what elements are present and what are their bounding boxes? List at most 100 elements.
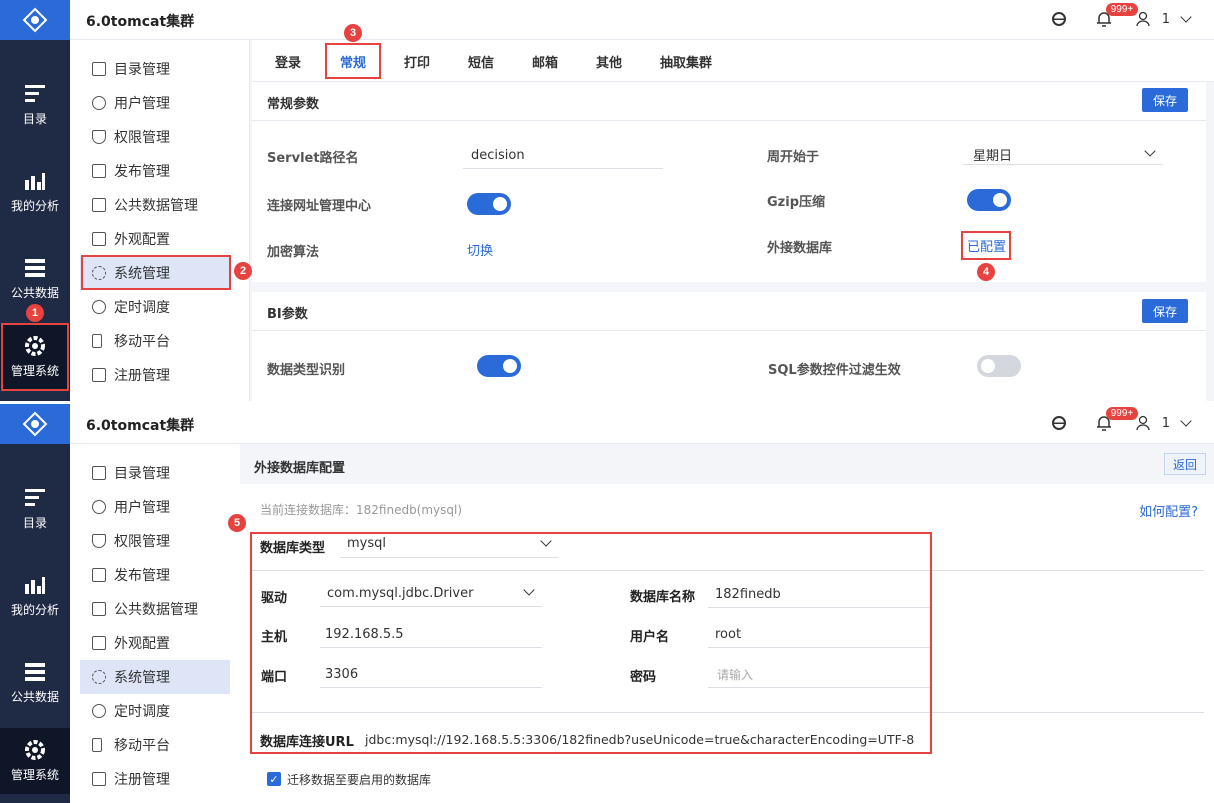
nav-item-permissions[interactable]: 权限管理	[80, 120, 230, 154]
nav-label: 外观配置	[114, 232, 170, 248]
tab-email[interactable]: 邮箱	[532, 52, 558, 71]
panel-general-settings: 目录 我的分析 公共数据 管理系统 6.0tomcat集群 999+ 1 目录管…	[0, 0, 1214, 401]
nav-label: 注册管理	[114, 368, 170, 384]
switch-link[interactable]: 切换	[467, 240, 493, 259]
nav-label: 权限管理	[114, 534, 170, 550]
nav-label: 移动平台	[114, 334, 170, 350]
datatype-label: 数据类型识别	[267, 363, 346, 378]
rail-item-analysis[interactable]: 我的分析	[0, 561, 70, 631]
admin-nav: 目录管理 用户管理 权限管理 发布管理 公共数据管理 外观配置 系统管理 定时调…	[70, 444, 250, 803]
highlight-general-tab	[325, 43, 381, 79]
save-button[interactable]: 保存	[1142, 299, 1188, 323]
shield-icon	[92, 130, 106, 144]
migrate-label: 迁移数据至要启用的数据库	[287, 773, 432, 787]
nav-item-mobile[interactable]: 移动平台	[80, 728, 230, 762]
bell-icon[interactable]: 999+	[1096, 3, 1139, 28]
servlet-label: Servlet路径名	[267, 151, 359, 166]
nav-label: 目录管理	[114, 62, 170, 78]
servlet-input[interactable]: decision	[471, 148, 525, 163]
rail-item-catalog[interactable]: 目录	[0, 70, 70, 140]
encrypt-label: 加密算法	[267, 245, 320, 260]
sql-filter-label: SQL参数控件过滤生效	[768, 363, 901, 378]
chevron-down-icon[interactable]	[1144, 145, 1156, 157]
week-start-select[interactable]: 星期日	[973, 145, 1012, 164]
nav-item-schedule[interactable]: 定时调度	[80, 694, 230, 728]
user-icon[interactable]	[1136, 415, 1150, 431]
ext-db-label: 外接数据库	[767, 241, 833, 256]
nav-item-registration[interactable]: 注册管理	[80, 762, 230, 796]
chevron-down-icon[interactable]	[1180, 11, 1192, 23]
nav-label: 外观配置	[114, 636, 170, 652]
sql-filter-toggle[interactable]	[977, 355, 1021, 377]
url-center-label: 连接网址管理中心	[267, 199, 372, 214]
public-data-icon	[24, 662, 46, 682]
nav-item-public-data[interactable]: 公共数据管理	[80, 188, 230, 222]
rail-label: 公共数据	[10, 689, 59, 704]
highlight-ext-db	[961, 231, 1011, 260]
catalog-manage-icon	[92, 466, 106, 480]
nav-item-registration[interactable]: 注册管理	[80, 358, 230, 392]
nav-label: 发布管理	[114, 164, 170, 180]
nav-item-catalog[interactable]: 目录管理	[80, 52, 230, 86]
nav-item-permissions[interactable]: 权限管理	[80, 524, 230, 558]
clock-icon	[92, 704, 106, 718]
nav-item-mobile[interactable]: 移动平台	[80, 324, 230, 358]
nav-item-publish[interactable]: 发布管理	[80, 558, 230, 592]
nav-item-appearance[interactable]: 外观配置	[80, 626, 230, 660]
user-icon[interactable]	[1136, 11, 1150, 27]
tab-sms[interactable]: 短信	[468, 52, 494, 71]
nav-item-users[interactable]: 用户管理	[80, 86, 230, 120]
tab-login[interactable]: 登录	[275, 52, 301, 71]
week-start-label: 周开始于	[767, 150, 820, 165]
gzip-toggle[interactable]	[967, 189, 1011, 211]
nav-item-users[interactable]: 用户管理	[80, 490, 230, 524]
how-to-configure-link[interactable]: 如何配置?	[1139, 501, 1198, 520]
user-name[interactable]: 1	[1162, 12, 1170, 27]
app-title: 6.0tomcat集群	[86, 14, 195, 30]
tab-extract-cluster[interactable]: 抽取集群	[660, 52, 712, 71]
nav-label: 公共数据管理	[114, 198, 198, 214]
user-manage-icon	[92, 500, 106, 514]
nav-label: 定时调度	[114, 300, 170, 316]
settings-tabs: 登录 常规 打印 短信 邮箱 其他 抽取集群	[252, 40, 1214, 82]
catalog-icon	[24, 84, 46, 104]
tab-print[interactable]: 打印	[404, 52, 430, 71]
user-name[interactable]: 1	[1162, 416, 1170, 431]
publish-icon	[92, 568, 106, 582]
marker-2: 2	[234, 262, 252, 280]
brush-icon	[92, 636, 106, 650]
panel-external-db: 目录 我的分析 公共数据 管理系统 6.0tomcat集群 999+ 1 目录管…	[0, 404, 1214, 803]
app-title: 6.0tomcat集群	[86, 418, 195, 434]
rail-item-admin[interactable]: 管理系统	[0, 728, 70, 794]
gear-icon	[92, 670, 106, 684]
nav-item-publish[interactable]: 发布管理	[80, 154, 230, 188]
theme-icon[interactable]	[1051, 416, 1066, 430]
bi-params-card: BI参数 保存 数据类型识别 SQL参数控件过滤生效	[252, 292, 1206, 401]
nav-item-public-data[interactable]: 公共数据管理	[80, 592, 230, 626]
nav-item-catalog[interactable]: 目录管理	[80, 456, 230, 490]
select-underline	[963, 164, 1163, 165]
migrate-checkbox[interactable]: ✓	[267, 772, 281, 786]
theme-icon[interactable]	[1051, 12, 1066, 26]
publish-icon	[92, 164, 106, 178]
back-button[interactable]: 返回	[1164, 453, 1206, 475]
rail-item-analysis[interactable]: 我的分析	[0, 157, 70, 227]
analysis-icon	[24, 171, 46, 191]
nav-item-appearance[interactable]: 外观配置	[80, 222, 230, 256]
chevron-down-icon[interactable]	[1180, 415, 1192, 427]
divider	[252, 330, 1206, 331]
nav-item-system[interactable]: 系统管理	[80, 660, 230, 694]
datatype-toggle[interactable]	[477, 355, 521, 377]
public-data-manage-icon	[92, 198, 106, 212]
general-params-card: 常规参数 保存 Servlet路径名 decision 周开始于 星期日 连接网…	[252, 82, 1206, 282]
register-icon	[92, 772, 106, 786]
tab-other[interactable]: 其他	[596, 52, 622, 71]
rail-item-catalog[interactable]: 目录	[0, 474, 70, 544]
save-button[interactable]: 保存	[1142, 88, 1188, 112]
bell-icon[interactable]: 999+	[1096, 407, 1139, 432]
nav-item-schedule[interactable]: 定时调度	[80, 290, 230, 324]
url-center-toggle[interactable]	[467, 193, 511, 215]
rail-item-public-data[interactable]: 公共数据	[0, 648, 70, 718]
mobile-icon	[92, 334, 102, 348]
page-title: 外接数据库配置	[254, 461, 346, 476]
